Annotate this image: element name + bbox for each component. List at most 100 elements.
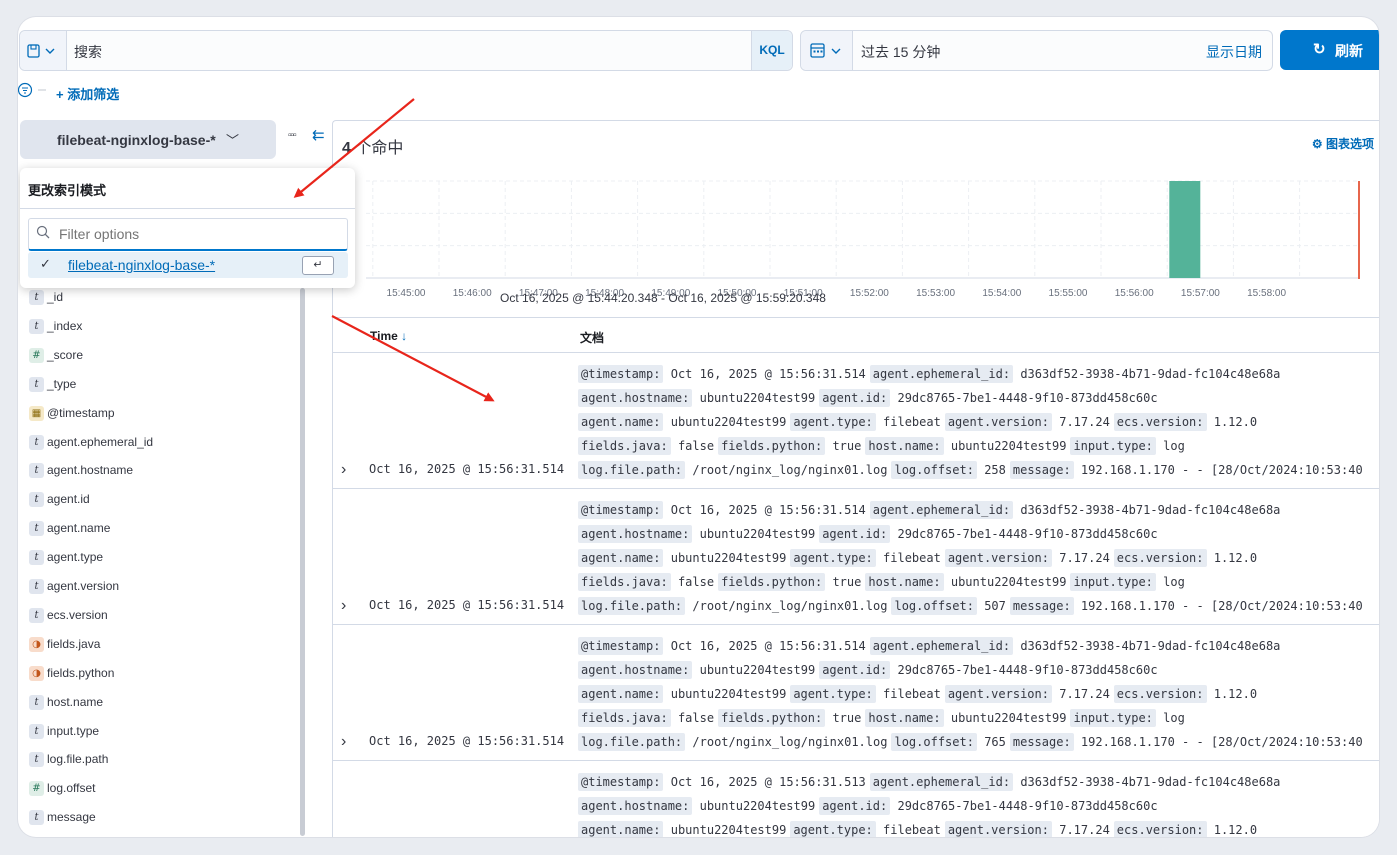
- field-key: log.offset:: [891, 461, 977, 479]
- sidebar-field-item[interactable]: t agent.hostname: [26, 461, 296, 481]
- string-type-icon: t: [29, 318, 44, 334]
- field-value: ubuntu2204test99: [950, 711, 1067, 725]
- kql-toggle[interactable]: KQL: [751, 31, 792, 70]
- sidebar-field-item[interactable]: t ecs.version: [26, 606, 296, 626]
- date-type-icon: ▦: [29, 405, 44, 421]
- field-key: agent.type:: [790, 821, 876, 837]
- document-line: @timestamp: Oct 16, 2025 @ 15:56:31.514 a…: [578, 362, 1378, 386]
- sidebar-field-item[interactable]: # _score: [26, 346, 296, 366]
- number-type-icon: #: [29, 347, 44, 363]
- table-row[interactable]: › Oct 16, 2025 @ 15:56:31.514 @timestamp: …: [333, 625, 1379, 761]
- field-value: false: [677, 711, 715, 725]
- quick-select-button[interactable]: [801, 31, 853, 70]
- field-value: ubuntu2204test99: [699, 663, 816, 677]
- sidebar-field-item[interactable]: t agent.id: [26, 490, 296, 510]
- time-range-label[interactable]: 过去 15 分钟: [861, 42, 940, 62]
- sidebar-field-item[interactable]: t _index: [26, 317, 296, 337]
- field-key: agent.name:: [578, 685, 664, 703]
- add-filter-button[interactable]: + 添加筛选: [56, 84, 119, 103]
- field-value: Oct 16, 2025 @ 15:56:31.513: [670, 775, 866, 789]
- histogram-bar[interactable]: [1169, 181, 1201, 278]
- sidebar-field-item[interactable]: t message: [26, 808, 296, 828]
- more-options-icon[interactable]: ▫▫▫: [288, 130, 297, 141]
- field-name: agent.name: [47, 521, 111, 536]
- field-value: 7.17.24: [1059, 823, 1110, 837]
- field-value: 29dc8765-7be1-4448-9f10-873dd458c60c: [897, 391, 1158, 405]
- index-pattern-label: filebeat-nginxlog-base-*: [57, 132, 216, 148]
- field-key: agent.hostname:: [578, 525, 693, 543]
- field-value: d363df52-3938-4b71-9dad-fc104c48e68a: [1020, 503, 1281, 517]
- sidebar-field-item[interactable]: t input.type: [26, 722, 296, 742]
- table-row[interactable]: › Oct 16, 2025 @ 15:56:31.514 @timestamp: …: [333, 489, 1379, 625]
- field-value: 29dc8765-7be1-4448-9f10-873dd458c60c: [897, 527, 1158, 541]
- field-key: @timestamp:: [578, 773, 664, 791]
- chart-options-button[interactable]: ⚙ 图表选项: [1312, 135, 1374, 152]
- column-time[interactable]: Time ↓: [370, 329, 407, 343]
- document-summary: @timestamp: Oct 16, 2025 @ 15:56:31.514 a…: [578, 634, 1378, 754]
- filter-options-field[interactable]: [28, 218, 348, 251]
- string-type-icon: t: [29, 752, 44, 768]
- sidebar-field-item[interactable]: t agent.type: [26, 548, 296, 568]
- field-key: agent.type:: [790, 549, 876, 567]
- index-pattern-option[interactable]: ✓ filebeat-nginxlog-base-* ↵: [28, 252, 348, 278]
- saved-query-button[interactable]: [20, 31, 67, 70]
- string-type-icon: t: [29, 607, 44, 623]
- sidebar-field-item[interactable]: t _id: [26, 288, 296, 308]
- field-value: 507: [984, 599, 1006, 613]
- field-value: false: [677, 575, 715, 589]
- refresh-button[interactable]: ↻ 刷新: [1280, 30, 1379, 70]
- sidebar-field-item[interactable]: t log.file.path: [26, 750, 296, 770]
- table-row[interactable]: @timestamp: Oct 16, 2025 @ 15:56:31.513 a…: [333, 761, 1379, 837]
- expand-row-icon[interactable]: ›: [341, 733, 346, 751]
- sidebar-scrollbar[interactable]: [300, 288, 305, 836]
- search-input[interactable]: 搜索: [74, 42, 102, 62]
- field-key: agent.version:: [944, 413, 1052, 431]
- field-name: message: [47, 810, 96, 825]
- field-value: 258: [984, 463, 1006, 477]
- chevron-down-icon: ﹀: [226, 133, 240, 148]
- sidebar-field-item[interactable]: t agent.name: [26, 519, 296, 539]
- field-value: /root/nginx_log/nginx01.log: [692, 463, 888, 477]
- field-value: ubuntu2204test99: [950, 575, 1067, 589]
- date-picker[interactable]: 过去 15 分钟 显示日期: [800, 30, 1273, 71]
- sidebar-field-item[interactable]: # log.offset: [26, 779, 296, 799]
- field-name: input.type: [47, 723, 100, 738]
- field-key: fields.python:: [718, 437, 826, 455]
- chart-options-label: 图表选项: [1325, 137, 1374, 151]
- sidebar-field-item[interactable]: t host.name: [26, 693, 296, 713]
- field-value: ubuntu2204test99: [699, 391, 816, 405]
- hits-label: 个命中: [350, 140, 404, 157]
- field-name: _index: [47, 318, 83, 333]
- collapse-sidebar-icon[interactable]: ⇇: [312, 126, 325, 144]
- field-key: log.file.path:: [578, 733, 686, 751]
- field-key: agent.name:: [578, 821, 664, 837]
- field-value: 1.12.0: [1213, 551, 1258, 565]
- field-value: Oct 16, 2025 @ 15:56:31.514: [670, 639, 866, 653]
- field-key: ecs.version:: [1113, 685, 1207, 703]
- search-bar[interactable]: 搜索 KQL: [19, 30, 793, 71]
- document-line: @timestamp: Oct 16, 2025 @ 15:56:31.514 a…: [578, 498, 1378, 522]
- field-key: message:: [1009, 733, 1074, 751]
- expand-row-icon[interactable]: ›: [341, 597, 346, 615]
- option-label: filebeat-nginxlog-base-*: [68, 257, 216, 273]
- sidebar-field-item[interactable]: t agent.version: [26, 577, 296, 597]
- sort-down-icon: ↓: [401, 329, 408, 343]
- expand-row-icon[interactable]: ›: [341, 461, 346, 479]
- field-value: 192.168.1.170 - - [28/Oct/2024:10:53:40: [1080, 735, 1363, 749]
- change-index-pattern-popover: 更改索引模式 ✓ filebeat-nginxlog-base-* ↵: [20, 168, 355, 288]
- field-key: host.name:: [865, 709, 944, 727]
- sidebar-field-item[interactable]: ◑ fields.java: [26, 635, 296, 655]
- sidebar-field-item[interactable]: ◑ fields.python: [26, 664, 296, 684]
- field-value: 7.17.24: [1059, 687, 1110, 701]
- filter-options-icon[interactable]: [18, 82, 52, 100]
- sidebar-field-item[interactable]: t agent.ephemeral_id: [26, 433, 296, 453]
- table-row[interactable]: › Oct 16, 2025 @ 15:56:31.514 @timestamp: …: [333, 353, 1379, 489]
- index-pattern-selector[interactable]: filebeat-nginxlog-base-* ﹀: [20, 120, 276, 159]
- row-timestamp: Oct 16, 2025 @ 15:56:31.514: [369, 598, 565, 612]
- show-dates-link[interactable]: 显示日期: [1206, 42, 1262, 62]
- time-range-caption: Oct 16, 2025 @ 15:44:20.348 - Oct 16, 20…: [500, 291, 826, 305]
- filter-options-input[interactable]: [57, 223, 341, 245]
- string-type-icon: t: [29, 579, 44, 594]
- sidebar-field-item[interactable]: ▦ @timestamp: [26, 404, 296, 424]
- sidebar-field-item[interactable]: t _type: [26, 375, 296, 395]
